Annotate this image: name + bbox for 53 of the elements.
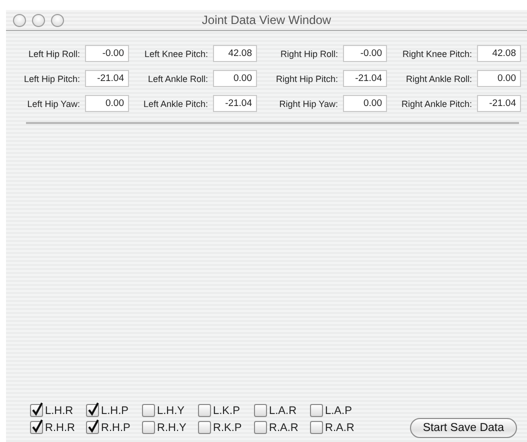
- checkbox[interactable]: [86, 404, 99, 417]
- checkbox-label[interactable]: L.H.Y: [157, 404, 185, 416]
- window-control-icon[interactable]: [32, 14, 45, 26]
- value-field[interactable]: 42.08: [213, 45, 257, 62]
- checkbox-label[interactable]: L.H.R: [45, 404, 74, 416]
- field-label: Right Hip Pitch:: [274, 74, 338, 84]
- checkbox-label[interactable]: R.H.P: [101, 422, 130, 434]
- value-field[interactable]: 0.00: [477, 70, 521, 87]
- window-title: Joint Data View Window: [202, 13, 332, 27]
- checkbox-label[interactable]: R.H.R: [45, 422, 75, 434]
- field-label: Right Hip Yaw:: [278, 98, 338, 108]
- value-field[interactable]: -21.04: [85, 70, 129, 87]
- checkbox-label[interactable]: R.A.R: [269, 422, 298, 434]
- field-label: Right Ankle Pitch:: [400, 98, 472, 108]
- field-label: Right Ankle Roll:: [404, 74, 472, 84]
- checkbox-label[interactable]: L.H.P: [101, 404, 129, 416]
- field-label: Left Hip Yaw:: [26, 98, 80, 108]
- window-control-icon[interactable]: [13, 14, 26, 26]
- checkbox[interactable]: [254, 421, 267, 434]
- checkbox[interactable]: [254, 404, 267, 417]
- field-label: Left Hip Pitch:: [22, 74, 80, 84]
- start-save-data-button[interactable]: Start Save Data: [410, 418, 517, 438]
- checkbox-label[interactable]: R.K.P: [213, 422, 242, 434]
- value-field[interactable]: -21.04: [213, 95, 257, 112]
- checkbox[interactable]: [310, 404, 323, 417]
- value-field[interactable]: -0.00: [343, 45, 387, 62]
- checkbox-label[interactable]: R.A.R: [325, 422, 354, 434]
- checkbox[interactable]: [30, 404, 43, 417]
- checkbox-label[interactable]: L.A.P: [325, 404, 352, 416]
- value-field[interactable]: 0.00: [343, 95, 387, 112]
- field-label: Right Knee Pitch:: [401, 48, 472, 58]
- checkbox[interactable]: [310, 421, 323, 434]
- value-field[interactable]: -21.04: [343, 70, 387, 87]
- checkbox[interactable]: [198, 404, 211, 417]
- checkbox[interactable]: [142, 404, 155, 417]
- checkbox[interactable]: [142, 421, 155, 434]
- field-label: Left Ankle Pitch:: [142, 98, 208, 108]
- field-label: Left Hip Roll:: [27, 48, 80, 58]
- checkbox[interactable]: [198, 421, 211, 434]
- value-field[interactable]: 42.08: [477, 45, 521, 62]
- checkbox-label[interactable]: L.K.P: [213, 404, 240, 416]
- checkbox-label[interactable]: R.H.Y: [157, 422, 186, 434]
- checkbox[interactable]: [30, 421, 43, 434]
- value-field[interactable]: -0.00: [85, 45, 129, 62]
- checkbox[interactable]: [86, 421, 99, 434]
- value-field[interactable]: -21.04: [477, 95, 521, 112]
- field-label: Right Hip Roll:: [279, 48, 338, 58]
- value-field[interactable]: 0.00: [85, 95, 129, 112]
- checkbox-label[interactable]: L.A.R: [269, 404, 297, 416]
- value-field[interactable]: 0.00: [213, 70, 257, 87]
- window-control-icon[interactable]: [51, 14, 64, 26]
- field-label: Left Ankle Roll:: [146, 74, 208, 84]
- field-label: Left Knee Pitch:: [143, 48, 208, 58]
